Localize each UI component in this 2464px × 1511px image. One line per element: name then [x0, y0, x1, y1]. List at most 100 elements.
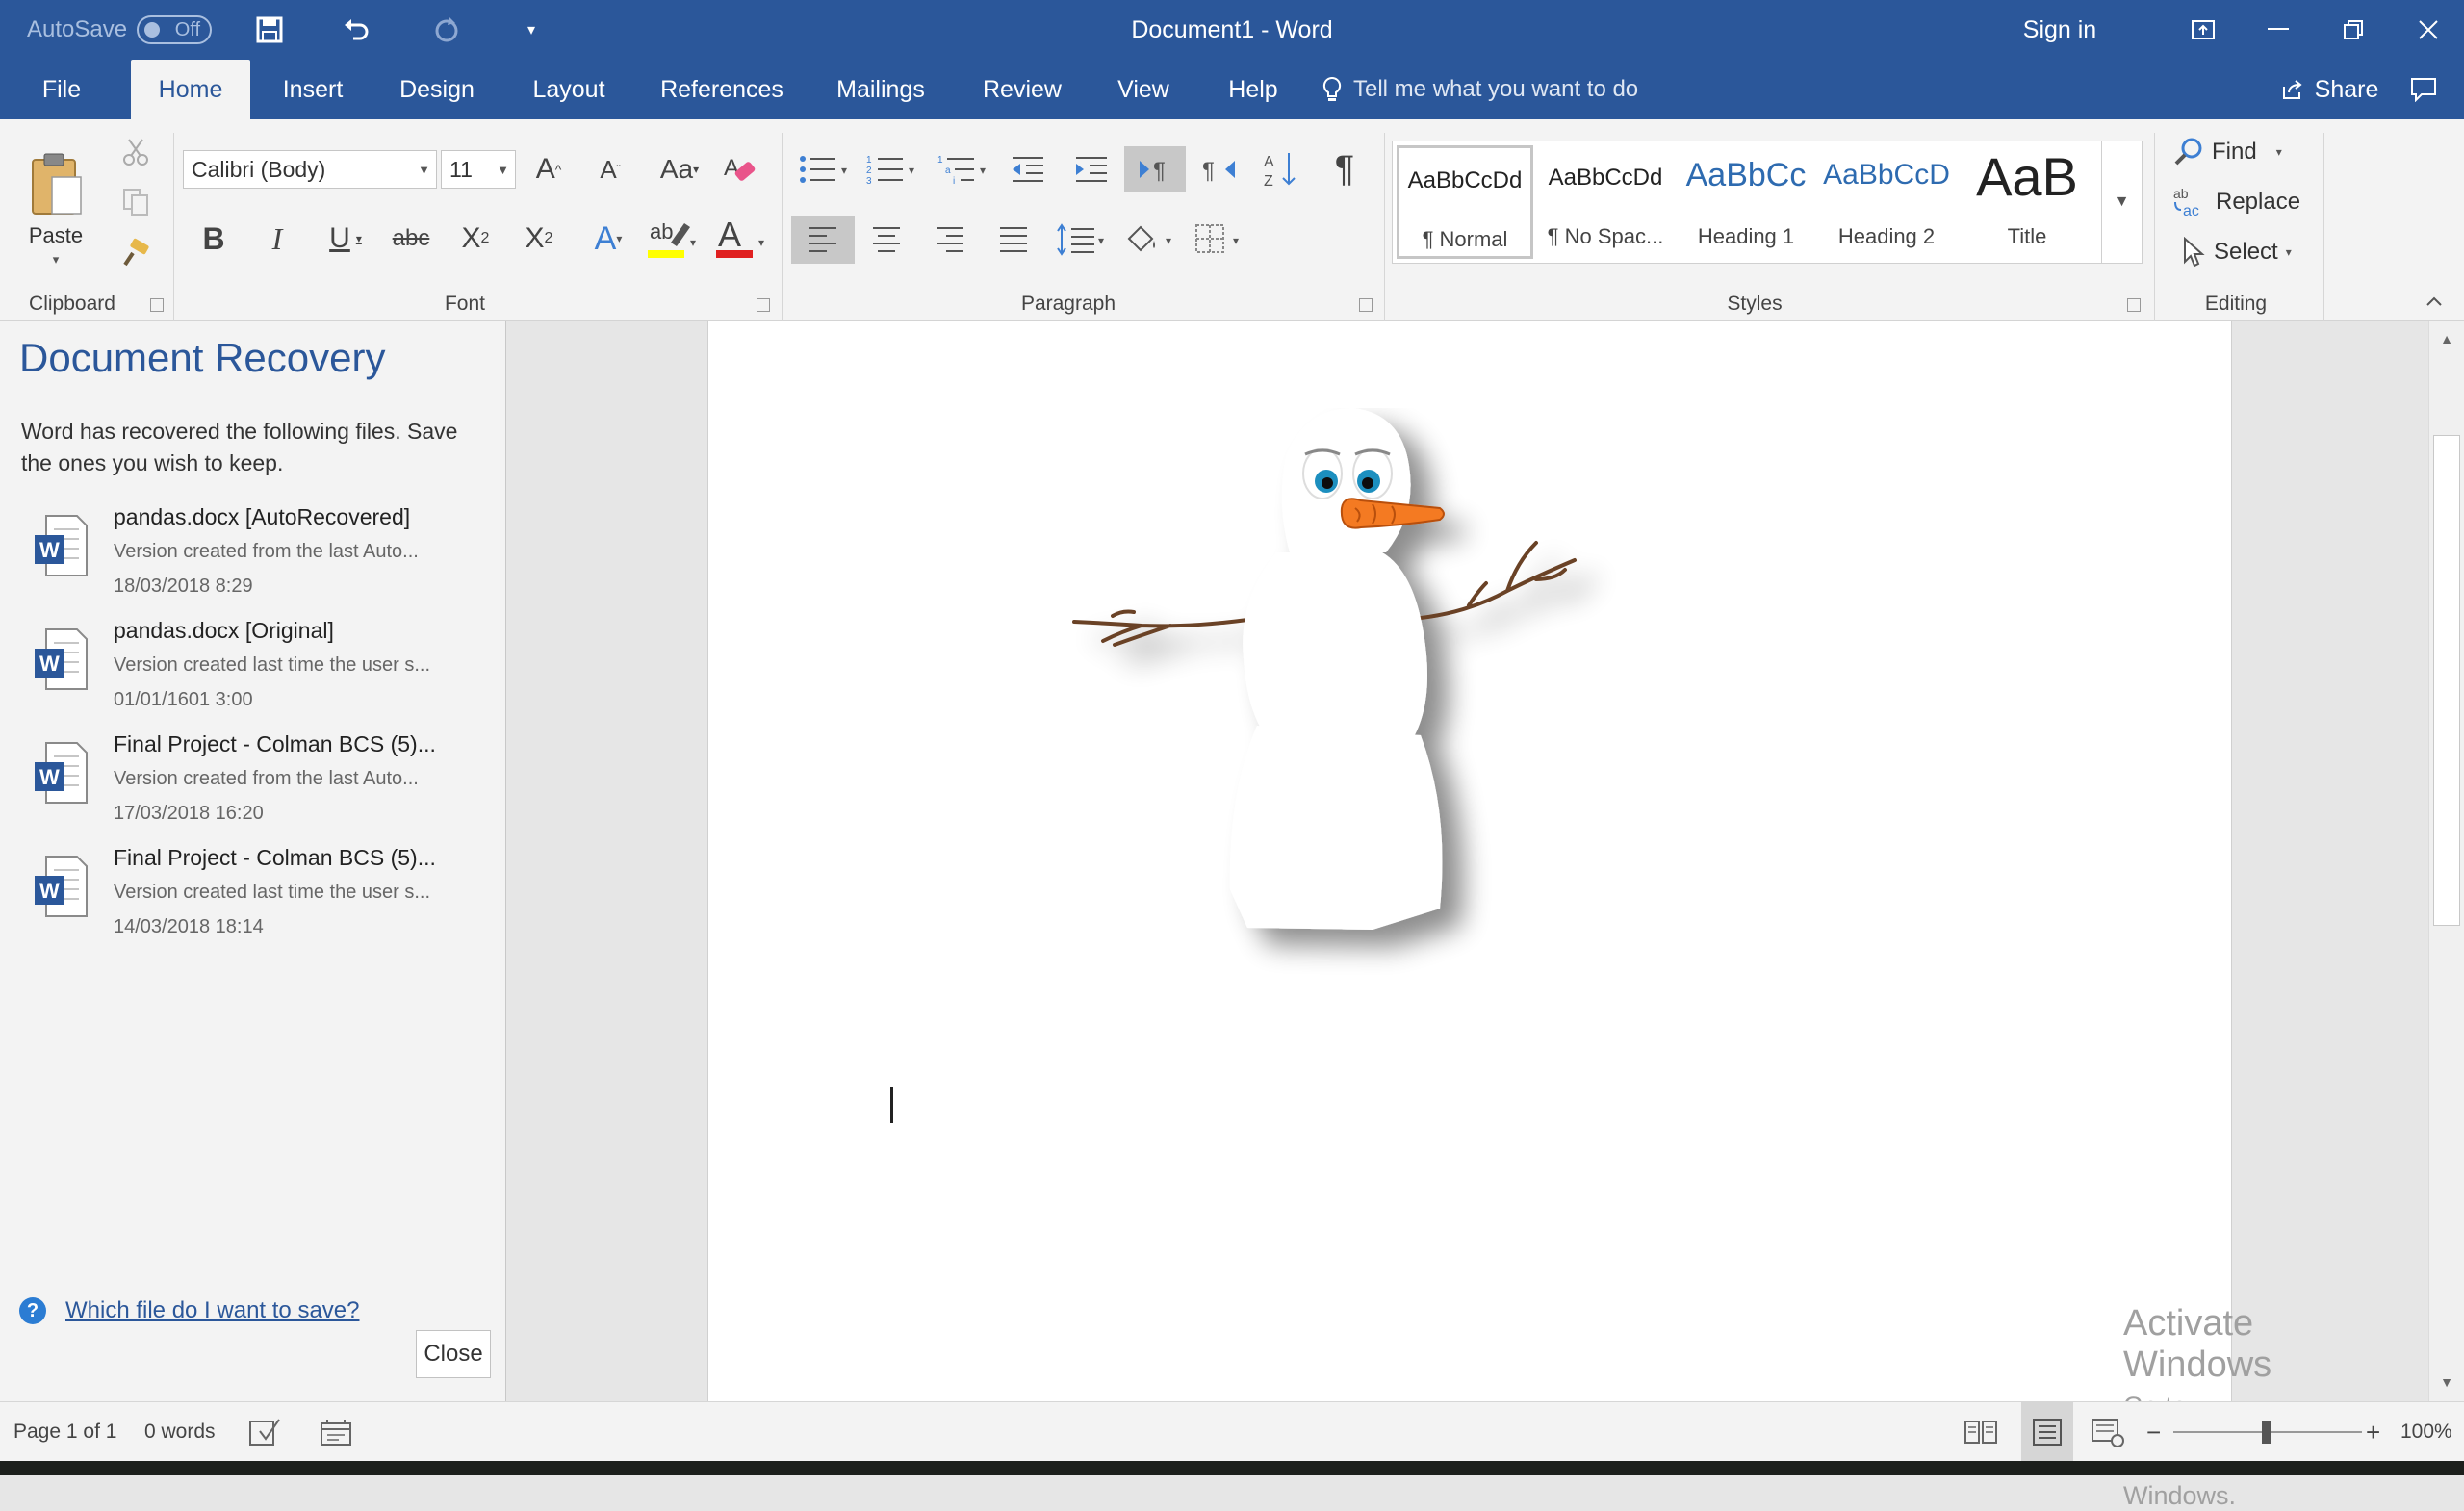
- decrease-indent-icon[interactable]: [1007, 148, 1049, 191]
- tab-review[interactable]: Review: [976, 60, 1068, 119]
- subscript-icon[interactable]: X2: [452, 216, 499, 262]
- paste-dropdown-caret[interactable]: ▾: [53, 252, 60, 268]
- highlight-color-icon[interactable]: ab ▾: [643, 212, 706, 266]
- undo-icon[interactable]: [329, 0, 383, 60]
- tab-references[interactable]: References: [654, 60, 789, 119]
- grow-font-icon[interactable]: A ^: [529, 148, 568, 191]
- line-spacing-icon[interactable]: ▾: [1053, 216, 1113, 264]
- copy-icon[interactable]: [117, 185, 154, 219]
- multilevel-list-icon[interactable]: 1 a i ▾: [936, 148, 995, 191]
- vertical-scrollbar[interactable]: ▲ ▼: [2428, 321, 2464, 1401]
- style-title[interactable]: AaB Title: [1959, 145, 2095, 259]
- paragraph-dialog-launcher[interactable]: [1359, 298, 1373, 312]
- font-dialog-launcher[interactable]: [757, 298, 770, 312]
- collapse-ribbon-icon[interactable]: [2420, 289, 2449, 314]
- read-mode-icon[interactable]: [1964, 1402, 1998, 1462]
- recovered-file-item[interactable]: W Final Project - Colman BCS (5)... Vers…: [21, 731, 483, 837]
- restore-icon[interactable]: [2316, 0, 2391, 60]
- increase-indent-icon[interactable]: [1070, 148, 1113, 191]
- replace-button[interactable]: ab ac Replace: [2173, 181, 2318, 223]
- zoom-slider[interactable]: [2173, 1402, 2362, 1462]
- sort-icon[interactable]: AZ: [1257, 146, 1305, 192]
- proofing-icon[interactable]: [248, 1402, 283, 1462]
- text-effects-icon[interactable]: A ▾: [581, 216, 635, 262]
- font-size-select[interactable]: 11 ▼: [441, 150, 516, 189]
- bullets-icon[interactable]: ▾: [797, 148, 857, 191]
- rtl-direction-icon[interactable]: ¶: [1194, 146, 1245, 192]
- paste-button[interactable]: Paste ▾: [21, 133, 90, 287]
- ribbon-display-options-icon[interactable]: [2166, 0, 2241, 60]
- autosave-toggle[interactable]: AutoSave Off: [27, 0, 213, 60]
- tab-layout[interactable]: Layout: [522, 60, 616, 119]
- tab-insert[interactable]: Insert: [270, 60, 356, 119]
- save-icon[interactable]: [243, 0, 296, 60]
- styles-dialog-launcher[interactable]: [2127, 298, 2141, 312]
- print-layout-icon[interactable]: [2021, 1402, 2073, 1462]
- font-color-icon[interactable]: A ▾: [712, 212, 774, 266]
- superscript-icon[interactable]: X2: [516, 216, 562, 262]
- show-formatting-marks-icon[interactable]: ¶: [1322, 146, 1367, 192]
- tab-home[interactable]: Home: [131, 60, 250, 119]
- shading-icon[interactable]: ▾: [1120, 216, 1180, 264]
- style-heading-2[interactable]: AaBbCcD Heading 2: [1818, 145, 1955, 259]
- redo-icon[interactable]: [420, 0, 474, 60]
- zoom-in-icon[interactable]: +: [2366, 1402, 2380, 1462]
- svg-text:i: i: [953, 176, 955, 186]
- zoom-level[interactable]: 100%: [2400, 1402, 2452, 1462]
- strikethrough-icon[interactable]: abc: [387, 216, 435, 262]
- select-button[interactable]: Select ▾: [2181, 231, 2316, 273]
- recovered-file-item[interactable]: W pandas.docx [AutoRecovered] Version cr…: [21, 504, 483, 610]
- scroll-down-icon[interactable]: ▼: [2437, 1372, 2456, 1392]
- style-no-spacing[interactable]: AaBbCcDd ¶ No Spac...: [1537, 145, 1674, 259]
- macro-recording-icon[interactable]: [320, 1402, 352, 1462]
- zoom-out-icon[interactable]: −: [2146, 1402, 2161, 1462]
- clear-formatting-icon[interactable]: A: [718, 148, 760, 191]
- minimize-icon[interactable]: [2241, 0, 2316, 60]
- style-normal[interactable]: AaBbCcDd ¶ Normal: [1397, 145, 1533, 259]
- justify-icon[interactable]: [991, 216, 1036, 264]
- web-layout-icon[interactable]: [2091, 1402, 2125, 1462]
- bold-icon[interactable]: B: [192, 216, 235, 262]
- recovered-file-item[interactable]: W Final Project - Colman BCS (5)... Vers…: [21, 845, 483, 951]
- comments-icon[interactable]: [2400, 60, 2447, 119]
- cut-icon[interactable]: [117, 135, 154, 169]
- tab-mailings[interactable]: Mailings: [826, 60, 936, 119]
- find-button[interactable]: Find ▾: [2173, 131, 2298, 173]
- customize-toolbar-icon[interactable]: ▾: [508, 0, 554, 60]
- italic-icon[interactable]: I: [256, 216, 298, 262]
- borders-icon[interactable]: ▾: [1190, 216, 1249, 264]
- sign-in-link[interactable]: Sign in: [1983, 0, 2137, 60]
- underline-icon[interactable]: U ▾: [318, 216, 373, 262]
- align-left-icon[interactable]: [791, 216, 855, 264]
- tab-view[interactable]: View: [1105, 60, 1182, 119]
- autosave-switch[interactable]: Off: [137, 15, 213, 44]
- align-right-icon[interactable]: [928, 216, 972, 264]
- style-heading-1[interactable]: AaBbCc Heading 1: [1678, 145, 1814, 259]
- change-case-icon[interactable]: Aa ▾: [653, 148, 706, 191]
- font-family-select[interactable]: Calibri (Body) ▼: [183, 150, 437, 189]
- align-center-icon[interactable]: [864, 216, 909, 264]
- format-painter-icon[interactable]: [117, 235, 154, 269]
- scrollbar-thumb[interactable]: [2433, 435, 2460, 926]
- tell-me-search[interactable]: Tell me what you want to do: [1322, 60, 1659, 119]
- close-window-icon[interactable]: [2391, 0, 2464, 60]
- ltr-direction-icon[interactable]: ¶: [1124, 146, 1186, 192]
- tab-design[interactable]: Design: [389, 60, 485, 119]
- clipboard-dialog-launcher[interactable]: [150, 298, 164, 312]
- word-count[interactable]: 0 words: [144, 1402, 216, 1462]
- share-button[interactable]: Share: [2262, 60, 2397, 119]
- styles-more-button[interactable]: ▼: [2101, 141, 2142, 263]
- shrink-font-icon[interactable]: Aˇ: [591, 148, 629, 191]
- zoom-thumb[interactable]: [2262, 1421, 2272, 1444]
- scroll-up-icon[interactable]: ▲: [2437, 329, 2456, 348]
- tab-help[interactable]: Help: [1217, 60, 1290, 119]
- document-page[interactable]: Activate Windows Go to Settings to activ…: [707, 321, 2272, 1510]
- snowman-image[interactable]: [1055, 408, 1671, 986]
- tab-file[interactable]: File: [21, 60, 102, 119]
- which-file-help-link[interactable]: Which file do I want to save?: [65, 1297, 359, 1324]
- document-title: Document1 - Word: [1131, 15, 1333, 43]
- recovered-file-item[interactable]: W pandas.docx [Original] Version created…: [21, 618, 483, 724]
- page-count[interactable]: Page 1 of 1: [13, 1402, 116, 1462]
- numbering-icon[interactable]: 1 2 3 ▾: [864, 148, 924, 191]
- close-recovery-button[interactable]: Close: [416, 1330, 491, 1378]
